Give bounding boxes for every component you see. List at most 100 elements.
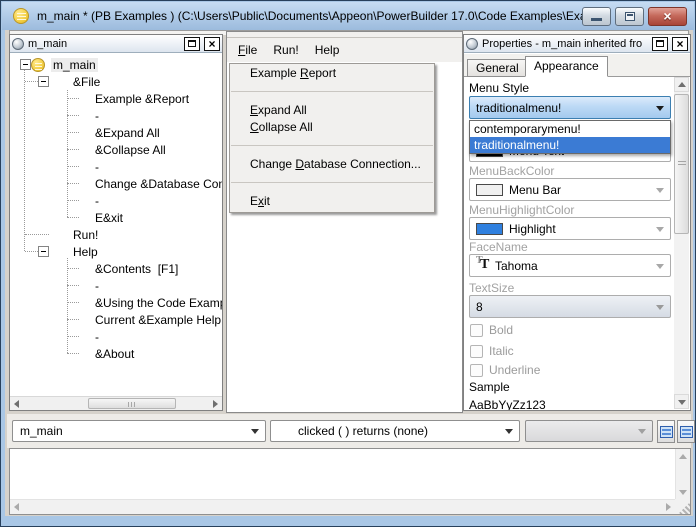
tree-item[interactable]: E&xit: [10, 209, 222, 226]
menu-item-expand-all[interactable]: Expand All: [230, 102, 434, 119]
tree-item[interactable]: &File: [10, 73, 222, 90]
script-horizontal-scrollbar[interactable]: [10, 499, 675, 514]
restore-button[interactable]: [615, 7, 644, 26]
chevron-down-icon[interactable]: [251, 429, 259, 434]
script-view-header: m_main clicked ( ) returns (none): [7, 414, 691, 448]
tree-item[interactable]: &Collapse All: [10, 141, 222, 158]
chevron-down-icon[interactable]: [656, 227, 664, 232]
properties-tab-strip: General Appearance: [464, 54, 690, 77]
object-combobox-value: m_main: [20, 424, 63, 438]
scrollbar-thumb[interactable]: [88, 398, 176, 409]
chevron-down-icon[interactable]: [505, 429, 513, 434]
chevron-down-icon[interactable]: [656, 305, 664, 310]
tree-item[interactable]: Run!: [10, 226, 222, 243]
properties-vertical-scrollbar[interactable]: [674, 77, 689, 409]
panel-maximize-button[interactable]: [184, 37, 200, 51]
dropdown-option-contemporary[interactable]: contemporarymenu!: [470, 121, 670, 137]
script-layout-button-2[interactable]: [677, 420, 695, 443]
checkbox-icon[interactable]: [470, 324, 483, 337]
scroll-up-button[interactable]: [674, 77, 689, 92]
tree-panel-titlebar: m_main ×: [10, 35, 222, 53]
tree-horizontal-scrollbar[interactable]: [10, 396, 222, 410]
menu-item-exit[interactable]: Exit: [230, 193, 434, 210]
tree-item[interactable]: -: [10, 158, 222, 175]
bold-checkbox[interactable]: Bold: [470, 323, 513, 337]
panel-close-button[interactable]: ×: [204, 37, 220, 51]
menu-highlight-color-value: Highlight: [509, 222, 556, 236]
tree-item[interactable]: &About: [10, 345, 222, 362]
object-combobox[interactable]: m_main: [12, 420, 266, 442]
event-combobox[interactable]: clicked ( ) returns (none): [270, 420, 520, 442]
tree-item-label: Help: [73, 245, 98, 259]
menu-back-color-combobox[interactable]: Menu Bar: [469, 178, 671, 201]
menu-item-change-database[interactable]: Change Database Connection...: [230, 156, 434, 173]
tree-connector: [67, 166, 79, 167]
tree-collapse-toggle[interactable]: [20, 59, 31, 70]
tree-item[interactable]: Change &Database Conne: [10, 175, 222, 192]
scroll-down-icon[interactable]: [679, 490, 687, 495]
scroll-left-icon[interactable]: [14, 400, 19, 408]
tree-item[interactable]: Current &Example Help [S: [10, 311, 222, 328]
tree-item[interactable]: -: [10, 277, 222, 294]
minimize-button[interactable]: [582, 7, 611, 26]
chevron-down-icon[interactable]: [656, 264, 664, 269]
tree-item[interactable]: -: [10, 192, 222, 209]
menu-highlight-color-combobox[interactable]: Highlight: [469, 217, 671, 240]
scroll-right-icon[interactable]: [666, 503, 671, 511]
text-size-value: 8: [476, 300, 483, 314]
chevron-down-icon[interactable]: [638, 429, 646, 434]
tree-item[interactable]: -: [10, 328, 222, 345]
text-size-combobox[interactable]: 8: [469, 295, 671, 318]
properties-content: Menu Style traditionalmenu! Menu Text co…: [464, 77, 690, 410]
scroll-right-icon[interactable]: [213, 400, 218, 408]
face-name-combobox[interactable]: Tahoma: [469, 254, 671, 277]
italic-checkbox[interactable]: Italic: [470, 344, 514, 358]
menubar-item-help[interactable]: Help: [315, 43, 340, 57]
event-combobox-value: clicked ( ) returns (none): [298, 424, 428, 438]
tree-item[interactable]: -: [10, 107, 222, 124]
tree-collapse-toggle[interactable]: [38, 76, 49, 87]
tab-appearance[interactable]: Appearance: [525, 56, 608, 77]
resize-grip[interactable]: [675, 499, 690, 514]
menu-style-combobox[interactable]: traditionalmenu!: [469, 96, 671, 119]
tree-item[interactable]: m_main: [10, 56, 222, 73]
panel-close-button[interactable]: ×: [672, 37, 688, 51]
checkbox-icon[interactable]: [470, 345, 483, 358]
menu-item-collapse-all[interactable]: Collapse All: [230, 119, 434, 136]
underline-checkbox[interactable]: Underline: [470, 363, 540, 377]
tree-item-label: &About: [95, 347, 134, 361]
scroll-left-icon[interactable]: [14, 503, 19, 511]
tree-item-label: -: [95, 109, 99, 123]
panel-maximize-button[interactable]: [652, 37, 668, 51]
menu-preview-window: File Run! Help Example Report Expand All…: [226, 31, 463, 413]
script-layout-button-1[interactable]: [657, 420, 675, 443]
script-editor[interactable]: [9, 448, 691, 515]
tree-item[interactable]: Help: [10, 243, 222, 260]
scrollbar-thumb[interactable]: [674, 94, 689, 234]
menu-ball-icon: [31, 58, 45, 72]
tab-general[interactable]: General: [467, 59, 528, 77]
chevron-down-icon[interactable]: [656, 106, 664, 111]
tree-item-label: &Expand All: [95, 126, 160, 140]
tree-connector: [25, 234, 49, 235]
properties-title: Properties - m_main inherited fro: [482, 38, 648, 50]
menu-item-example-report[interactable]: Example Report: [230, 65, 434, 82]
restore-icon: [625, 12, 635, 21]
tree-item-label: &File: [73, 75, 100, 89]
tree-item[interactable]: &Using the Code Examples: [10, 294, 222, 311]
scroll-down-button[interactable]: [674, 394, 689, 409]
close-button[interactable]: ×: [648, 7, 687, 26]
tree-collapse-toggle[interactable]: [38, 246, 49, 257]
script-vertical-scrollbar[interactable]: [675, 449, 690, 500]
menubar-item-run[interactable]: Run!: [273, 43, 298, 57]
tree-item[interactable]: &Contents [F1]: [10, 260, 222, 277]
tree-item[interactable]: Example &Report: [10, 90, 222, 107]
tree-item-label: -: [95, 194, 99, 208]
menubar-item-file[interactable]: File: [238, 43, 257, 57]
chevron-down-icon[interactable]: [656, 188, 664, 193]
checkbox-icon[interactable]: [470, 364, 483, 377]
tree-item[interactable]: &Expand All: [10, 124, 222, 141]
secondary-combobox[interactable]: [525, 420, 653, 442]
scroll-up-icon[interactable]: [679, 454, 687, 459]
dropdown-option-traditional[interactable]: traditionalmenu!: [470, 137, 670, 153]
